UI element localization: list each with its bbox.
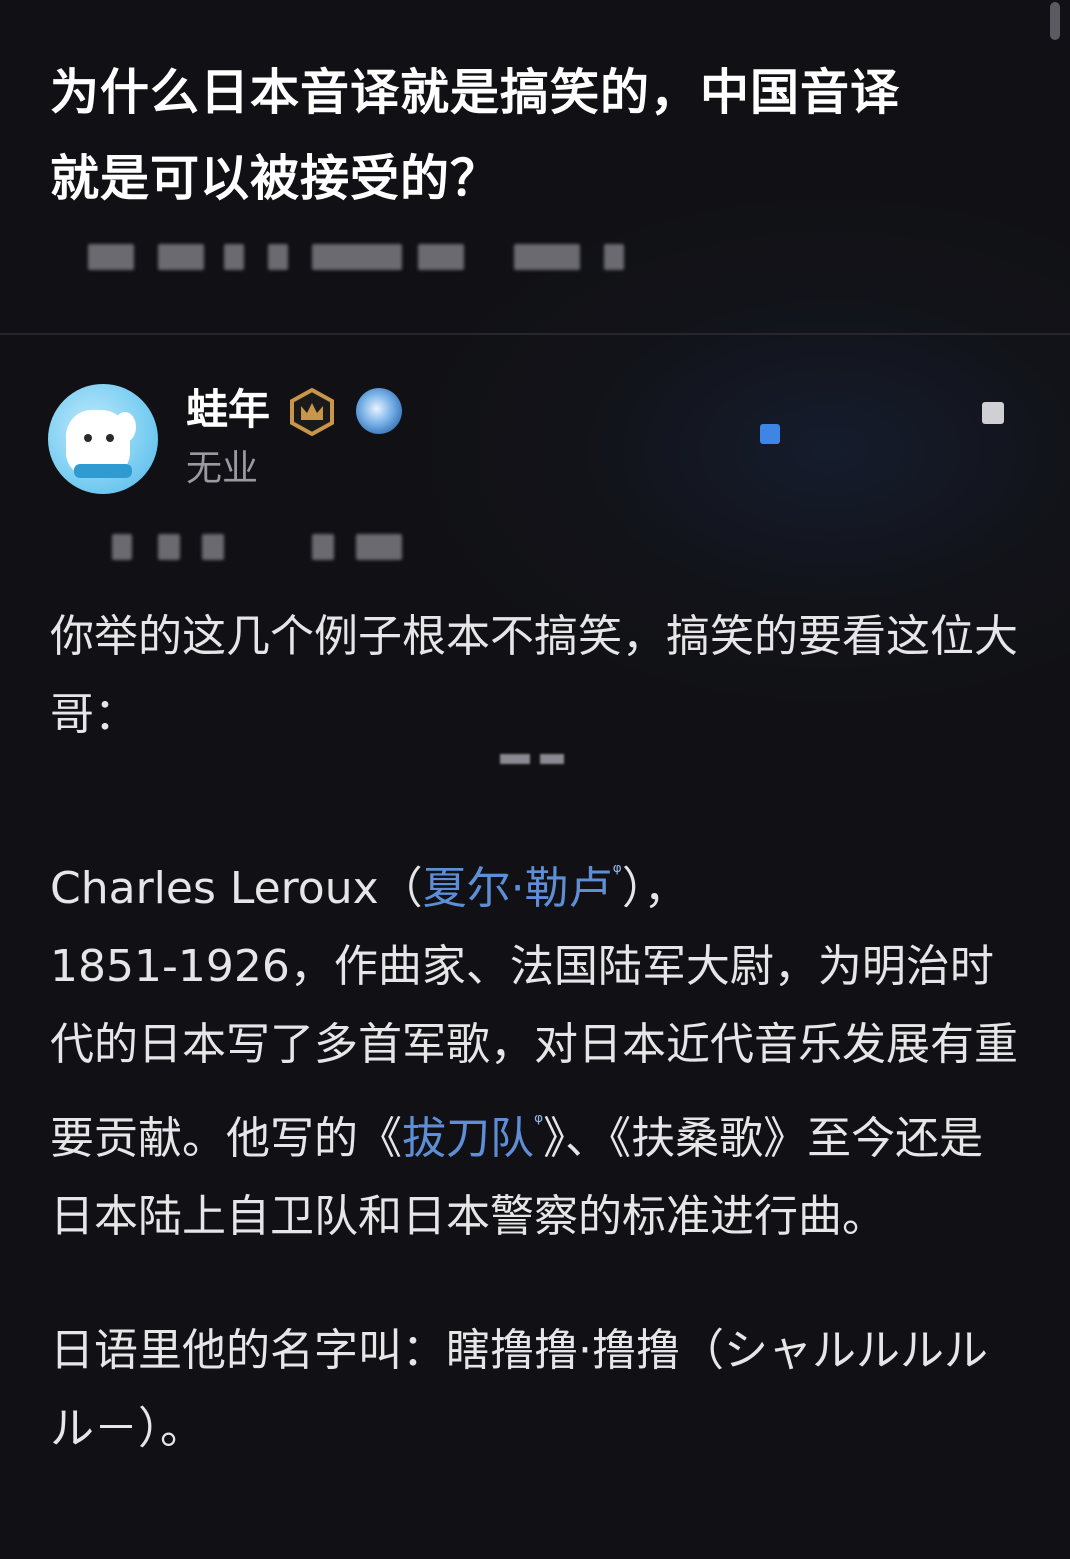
question-title-line1: 为什么日本音译就是搞笑的，中国音译 (50, 64, 901, 121)
crown-badge-icon (290, 388, 334, 436)
question-title-line2: 就是可以被接受的？ (50, 150, 501, 207)
search-link-charles[interactable]: 夏尔·勒卢ᵠ (423, 860, 622, 914)
answer-paragraph-1: 你举的这几个例子根本不搞笑，搞笑的要看这位大哥： (50, 611, 1018, 740)
question-meta-blurred (88, 244, 648, 274)
search-icon[interactable]: ᵠ (534, 1110, 543, 1135)
answer-text: Charles Leroux（ (50, 863, 423, 914)
search-icon[interactable]: ᵠ (613, 860, 622, 885)
scrollbar[interactable] (1050, 0, 1066, 1559)
search-link-label[interactable]: 拔刀队 (402, 1113, 534, 1164)
author-subtitle: 无业 (186, 448, 259, 489)
image-caption-blurred (500, 748, 572, 770)
answer-body: 你举的这几个例子根本不搞笑，搞笑的要看这位大哥： Charles Leroux（… (50, 598, 1020, 1468)
answer-paragraph-3: 日语里他的名字叫：瞎撸撸·撸撸（シャルルルルル－）。 (50, 1325, 988, 1454)
search-link-battotai[interactable]: 拔刀队ᵠ (402, 1110, 543, 1164)
globe-badge-icon (356, 388, 402, 434)
more-options-icon[interactable] (982, 402, 1004, 424)
answer-meta-blurred (112, 534, 432, 560)
answer-page: 为什么日本音译就是搞笑的，中国音译 就是可以被接受的？ 蛙年 无业 你举的这几个… (0, 0, 1070, 1559)
answer-paragraph-2: Charles Leroux（夏尔·勒卢ᵠ）， 1851-1926，作曲家、法国陆… (50, 834, 1020, 1256)
dog-avatar-icon[interactable] (48, 384, 158, 494)
search-link-label[interactable]: 夏尔·勒卢 (423, 863, 613, 914)
indicator-icon (760, 424, 780, 444)
scrollbar-thumb[interactable] (1050, 2, 1060, 40)
divider (0, 333, 1070, 335)
question-title[interactable]: 为什么日本音译就是搞笑的，中国音译 就是可以被接受的？ (50, 50, 1020, 222)
author-name[interactable]: 蛙年 (186, 384, 270, 436)
answer-text: ）， (621, 863, 688, 914)
